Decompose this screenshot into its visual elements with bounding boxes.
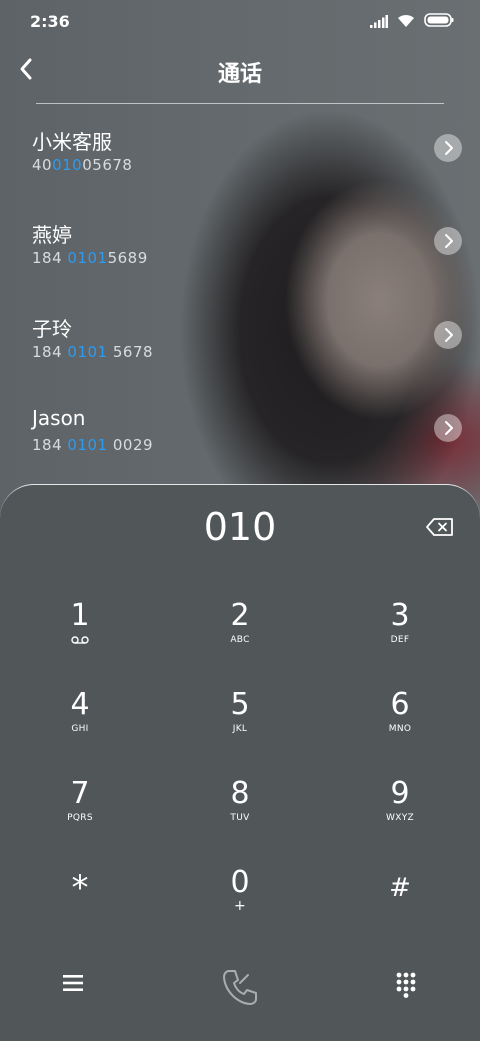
phone-icon[interactable] <box>219 966 261 1008</box>
contact-item[interactable]: 小米客服 4001005678 <box>0 112 480 202</box>
contact-item[interactable]: 燕婷 184 01015689 <box>0 205 480 295</box>
key-digit: # <box>389 873 411 903</box>
key-letters: ABC <box>230 635 250 645</box>
key-letters: TUV <box>230 813 250 823</box>
contact-name: 燕婷 <box>32 223 72 247</box>
key-digit: 7 <box>70 776 90 811</box>
chevron-right-icon[interactable] <box>434 134 462 162</box>
key-digit: 3 <box>390 598 410 633</box>
contact-name: 小米客服 <box>32 130 112 154</box>
key-digit: 9 <box>390 776 410 811</box>
contact-number: 184 01015689 <box>32 249 148 267</box>
key-9[interactable]: 9 WXYZ <box>340 777 460 847</box>
contact-name: Jason <box>32 406 86 430</box>
key-2[interactable]: 2 ABC <box>180 599 300 669</box>
status-time: 2:36 <box>30 12 70 31</box>
contact-item[interactable]: Jason 184 0101 0029 <box>0 392 480 482</box>
key-8[interactable]: 8 TUV <box>180 777 300 847</box>
contact-name: 子玲 <box>32 317 72 341</box>
key-letters: MNO <box>388 724 412 734</box>
key-digit: 2 <box>230 598 250 633</box>
header-divider <box>36 103 444 104</box>
key-letters: GHI <box>71 724 89 734</box>
dialpad-icon[interactable] <box>396 972 416 998</box>
contact-number: 184 0101 5678 <box>32 343 154 361</box>
voicemail-icon <box>71 636 89 644</box>
dialed-number: 010 <box>203 505 277 549</box>
key-0[interactable]: 0 + <box>180 866 300 936</box>
key-digit: 5 <box>230 687 250 722</box>
key-4[interactable]: 4 GHI <box>20 688 140 758</box>
key-6[interactable]: 6 MNO <box>340 688 460 758</box>
contact-number: 4001005678 <box>32 156 133 174</box>
key-hash[interactable]: # <box>340 871 460 941</box>
menu-icon[interactable] <box>62 974 84 992</box>
key-letters: DEF <box>390 635 410 645</box>
backspace-icon[interactable] <box>426 517 454 537</box>
chevron-right-icon[interactable] <box>434 227 462 255</box>
key-letters: JKL <box>232 724 248 734</box>
header: 通话 <box>0 44 480 96</box>
key-5[interactable]: 5 JKL <box>180 688 300 758</box>
key-1[interactable]: 1 <box>20 599 140 669</box>
battery-icon <box>424 13 454 27</box>
key-star[interactable]: * <box>20 871 140 941</box>
signal-icon <box>370 15 388 28</box>
key-digit: * <box>71 868 89 908</box>
chevron-right-icon[interactable] <box>434 321 462 349</box>
key-letters: + <box>233 898 247 914</box>
status-bar: 2:36 <box>0 0 480 42</box>
key-digit: 1 <box>70 598 90 633</box>
key-digit: 8 <box>230 776 250 811</box>
wifi-icon <box>398 14 414 27</box>
key-7[interactable]: 7 PQRS <box>20 777 140 847</box>
chevron-right-icon[interactable] <box>434 414 462 442</box>
contact-number: 184 0101 0029 <box>32 436 154 454</box>
key-3[interactable]: 3 DEF <box>340 599 460 669</box>
key-digit: 0 <box>230 865 250 900</box>
bottom-bar <box>0 960 480 1020</box>
key-letters: PQRS <box>67 813 93 823</box>
dialpad-panel: 010 1 2 ABC 3 DEF 4 GHI 5 JKL 6 MNO 7 PQ… <box>0 484 480 1041</box>
page-title: 通话 <box>217 62 262 87</box>
key-letters: WXYZ <box>386 813 414 823</box>
key-digit: 4 <box>70 687 90 722</box>
contact-item[interactable]: 子玲 184 0101 5678 <box>0 299 480 389</box>
key-digit: 6 <box>390 687 410 722</box>
